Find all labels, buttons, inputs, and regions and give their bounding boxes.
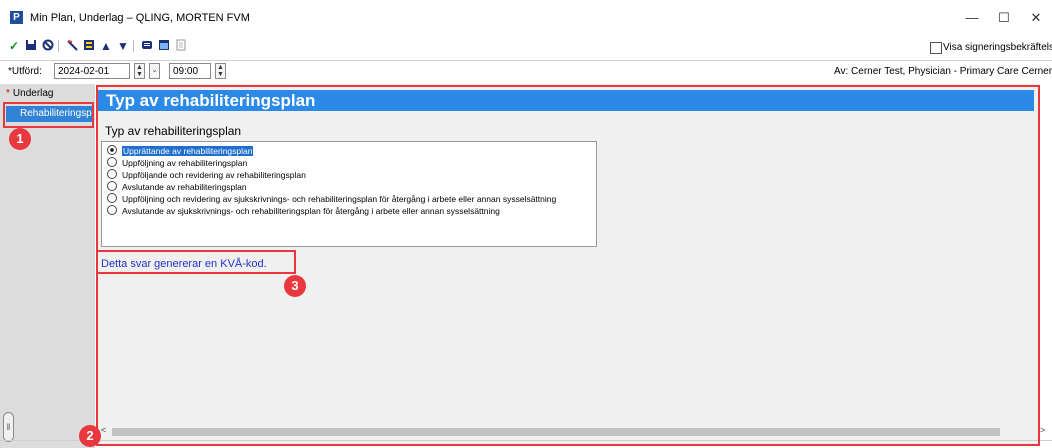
app-icon: P xyxy=(10,11,23,24)
document-icon[interactable] xyxy=(174,39,188,53)
date-field[interactable] xyxy=(54,63,130,79)
maximize-button[interactable]: ☐ xyxy=(990,8,1018,28)
down-arrow-icon[interactable]: ▼ xyxy=(116,39,130,53)
annotation-badge-3: 3 xyxy=(284,275,306,297)
annotation-badge-2: 2 xyxy=(79,425,101,447)
date-spinner[interactable]: ▲ ▼ xyxy=(134,63,145,79)
window-title: Min Plan, Underlag – QLING, MORTEN FVM xyxy=(30,12,250,24)
calendar-dropdown[interactable]: ⌄ xyxy=(149,63,160,79)
time-field[interactable] xyxy=(169,63,211,79)
required-mark: * xyxy=(6,88,10,99)
save-icon[interactable] xyxy=(24,39,38,53)
check-icon[interactable]: ✓ xyxy=(7,39,21,53)
annotation-box-1 xyxy=(3,102,94,128)
form-icon[interactable] xyxy=(82,39,96,53)
pen-icon[interactable] xyxy=(65,39,79,53)
show-signing-checkbox[interactable] xyxy=(930,42,942,54)
row-divider xyxy=(0,60,1052,61)
annotation-box-3 xyxy=(96,250,296,274)
nav-item-label: Underlag xyxy=(12,88,54,99)
performed-label: *Utförd: xyxy=(8,66,42,77)
collapse-handle[interactable]: ‖ xyxy=(3,412,14,442)
toolbar-divider xyxy=(133,40,134,52)
comment-icon[interactable] xyxy=(140,39,154,53)
minimize-button[interactable]: — xyxy=(958,8,986,28)
annotation-badge-1: 1 xyxy=(9,128,31,150)
cancel-icon[interactable] xyxy=(41,39,55,53)
up-arrow-icon[interactable]: ▲ xyxy=(99,39,113,53)
author-label: Av: Cerner Test, Physician - Primary Car… xyxy=(834,66,1052,77)
calendar-icon[interactable] xyxy=(157,39,171,53)
show-signing-label: Visa signeringsbekräftelse xyxy=(943,42,1052,53)
time-spinner[interactable]: ▲ ▼ xyxy=(215,63,226,79)
scroll-right-icon[interactable]: > xyxy=(1040,425,1045,435)
close-button[interactable]: ✕ xyxy=(1022,8,1050,28)
nav-item-underlag[interactable]: * Underlag xyxy=(6,88,54,99)
toolbar-divider xyxy=(58,40,59,52)
